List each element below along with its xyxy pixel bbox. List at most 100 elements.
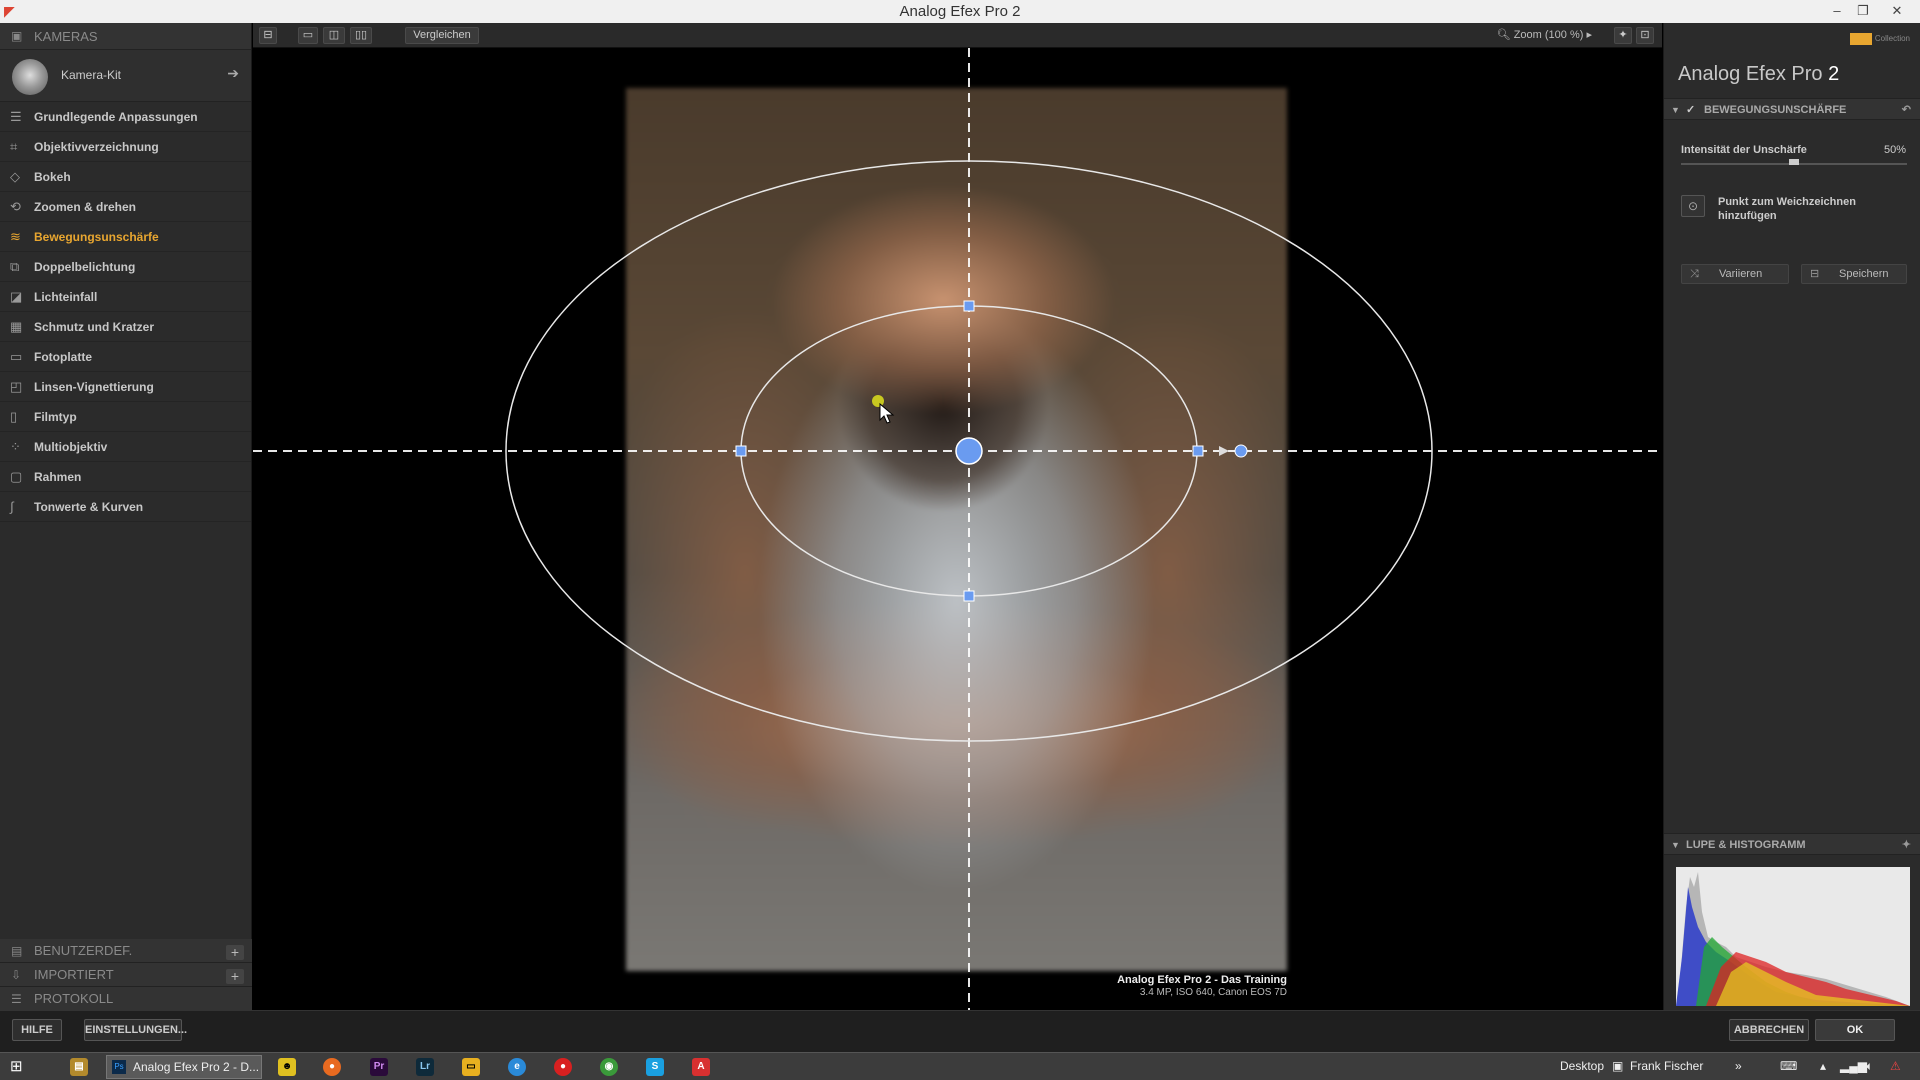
loupe-toggle-icon[interactable]: ✦ bbox=[1614, 27, 1632, 44]
filter-item-frame[interactable]: ▢ Rahmen bbox=[0, 462, 251, 492]
title-bar: ◤ Analog Efex Pro 2 – ❐ ✕ bbox=[0, 0, 1920, 23]
settings-button[interactable]: EINSTELLUNGEN... bbox=[84, 1019, 187, 1041]
maximize-button[interactable]: ❐ bbox=[1850, 0, 1876, 23]
vary-button[interactable]: ⤨ Variieren bbox=[1681, 264, 1789, 284]
close-button[interactable]: ✕ bbox=[1884, 0, 1910, 23]
frame-icon: ▢ bbox=[10, 469, 23, 484]
filter-item-photo-plate[interactable]: ▭ Fotoplatte bbox=[0, 342, 251, 372]
loupe-histogram-section-header[interactable]: ▼ LUPE & HISTOGRAMM ✦ bbox=[1664, 833, 1920, 855]
cameras-section-header[interactable]: ▣ KAMERAS bbox=[0, 23, 251, 50]
filter-item-vignette[interactable]: ◰ Linsen-Vignettierung bbox=[0, 372, 251, 402]
filter-item-rotate[interactable]: ⟲ Zoomen & drehen bbox=[0, 192, 251, 222]
notification-icon[interactable]: ⚠ bbox=[1890, 1059, 1901, 1073]
rotation-handle[interactable] bbox=[1234, 444, 1248, 458]
photoshop-icon: Ps bbox=[112, 1060, 126, 1074]
right-handle[interactable] bbox=[1192, 445, 1204, 457]
split-view-icon[interactable]: ◫ bbox=[323, 27, 345, 44]
ok-button[interactable]: OK bbox=[1815, 1019, 1895, 1041]
blur-control-overlay[interactable] bbox=[253, 48, 1662, 1010]
filter-item-label: Zoomen & drehen bbox=[34, 200, 137, 214]
filter-item-bokeh[interactable]: ◇ Bokeh bbox=[0, 162, 251, 192]
add-control-point-button[interactable]: ⊙ bbox=[1681, 195, 1705, 217]
network-icon[interactable]: ▂▄▆ bbox=[1840, 1059, 1867, 1073]
add-user-defined-button[interactable]: + bbox=[226, 945, 244, 960]
lightroom-icon[interactable]: Lr bbox=[416, 1058, 434, 1076]
help-button[interactable]: HILFE bbox=[12, 1019, 62, 1041]
protocol-label: PROTOKOLL bbox=[34, 991, 114, 1006]
desktop-toolbar[interactable]: Desktop bbox=[1560, 1059, 1604, 1073]
folder-icon[interactable]: ▭ bbox=[462, 1058, 480, 1076]
side-by-side-view-icon[interactable]: ▯▯ bbox=[350, 27, 372, 44]
tray-up-icon[interactable]: ▴ bbox=[1820, 1059, 1826, 1073]
browser-icon[interactable]: e bbox=[508, 1058, 526, 1076]
add-control-point-label: Punkt zum Weichzeichnen hinzufügen bbox=[1718, 196, 1856, 222]
sliders-icon: ☰ bbox=[10, 109, 22, 124]
toggle-panel-icon[interactable]: ⊟ bbox=[259, 27, 277, 44]
filter-item-lens-distortion[interactable]: ⌗ Objektivverzeichnung bbox=[0, 132, 251, 162]
yellow-control-point[interactable] bbox=[872, 395, 884, 407]
file-explorer-icon[interactable]: ▤ bbox=[70, 1058, 88, 1076]
premiere-icon[interactable]: Pr bbox=[370, 1058, 388, 1076]
user-icon: ▣ bbox=[1612, 1059, 1624, 1073]
filter-item-label: Tonwerte & Kurven bbox=[34, 500, 144, 514]
left-handle[interactable] bbox=[735, 445, 747, 457]
fullscreen-icon[interactable]: ⊡ bbox=[1636, 27, 1654, 44]
filter-item-curves[interactable]: ∫ Tonwerte & Kurven bbox=[0, 492, 251, 522]
filter-item-label: Multiobjektiv bbox=[34, 440, 108, 454]
zoom-control[interactable]: 🔍︎ Zoom (100 %) ▸ bbox=[1497, 27, 1592, 44]
keyboard-icon[interactable]: ⌨ bbox=[1780, 1059, 1797, 1073]
pin-icon[interactable]: ✦ bbox=[1902, 834, 1911, 856]
taskbar-active-app[interactable]: Ps Analog Efex Pro 2 - D... bbox=[106, 1055, 262, 1079]
filter-item-motion-blur[interactable]: ≋ Bewegungsunschärfe bbox=[0, 222, 251, 252]
collapse-triangle-icon[interactable]: ▼ bbox=[1671, 99, 1680, 121]
cancel-button[interactable]: ABBRECHEN bbox=[1729, 1019, 1809, 1041]
record-icon[interactable]: ● bbox=[554, 1058, 572, 1076]
bokeh-icon: ◇ bbox=[10, 169, 20, 184]
collapse-triangle-icon[interactable]: ▼ bbox=[1671, 834, 1680, 856]
minimize-button[interactable]: – bbox=[1824, 0, 1850, 23]
top-handle[interactable] bbox=[963, 300, 975, 312]
lens-distortion-icon: ⌗ bbox=[10, 139, 18, 154]
filter-item-label: Bewegungsunschärfe bbox=[34, 230, 159, 244]
protocol-section-header[interactable]: ☰ PROTOKOLL bbox=[0, 987, 252, 1011]
save-button[interactable]: ⊟ Speichern bbox=[1801, 264, 1907, 284]
volume-icon[interactable]: 🔈︎ bbox=[1866, 1059, 1873, 1074]
acrobat-icon[interactable]: A bbox=[692, 1058, 710, 1076]
firefox-icon[interactable]: ● bbox=[323, 1058, 341, 1076]
user-defined-icon: ▤ bbox=[11, 944, 23, 958]
center-control-point[interactable] bbox=[955, 437, 983, 465]
filter-item-sliders[interactable]: ☰ Grundlegende Anpassungen bbox=[0, 102, 251, 132]
user-name[interactable]: Frank Fischer bbox=[1630, 1059, 1703, 1073]
bottom-handle[interactable] bbox=[963, 590, 975, 602]
chevron-double-icon[interactable]: » bbox=[1735, 1059, 1742, 1073]
image-canvas[interactable]: Analog Efex Pro 2 - Das Training 3.4 MP,… bbox=[253, 48, 1662, 1010]
single-view-icon[interactable]: ▭ bbox=[298, 27, 318, 44]
chrome-icon[interactable]: ◉ bbox=[600, 1058, 618, 1076]
magnifier-icon: 🔍︎ bbox=[1496, 29, 1511, 41]
skype-icon[interactable]: S bbox=[646, 1058, 664, 1076]
imported-section-header[interactable]: ⇩ IMPORTIERT + bbox=[0, 963, 252, 987]
windows-start-icon[interactable]: ⊞ bbox=[10, 1058, 28, 1076]
filter-item-light-leak[interactable]: ◪ Lichteinfall bbox=[0, 282, 251, 312]
user-defined-label: BENUTZERDEF. bbox=[34, 943, 133, 958]
reset-icon[interactable]: ↶ bbox=[1902, 99, 1911, 121]
filter-item-label: Bokeh bbox=[34, 170, 71, 184]
enable-checkmark-icon[interactable]: ✓ bbox=[1686, 99, 1695, 121]
app-yellow-icon[interactable]: ☻ bbox=[278, 1058, 296, 1076]
toolbar: ⊟ ▭ ◫ ▯▯ Vergleichen 🔍︎ Zoom (100 %) ▸ ✦… bbox=[253, 23, 1662, 48]
filter-item-dirt-scratches[interactable]: ▦ Schmutz und Kratzer bbox=[0, 312, 251, 342]
filter-item-film-type[interactable]: ▯ Filmtyp bbox=[0, 402, 251, 432]
compare-button[interactable]: Vergleichen bbox=[405, 27, 479, 44]
filter-item-multi-lens[interactable]: ⁘ Multiobjektiv bbox=[0, 432, 251, 462]
add-imported-button[interactable]: + bbox=[226, 969, 244, 984]
camera-kit-item[interactable]: Kamera-Kit ➔ bbox=[0, 50, 251, 102]
arrow-right-icon[interactable]: ➔ bbox=[227, 65, 239, 82]
motion-blur-section-header[interactable]: ▼ ✓ BEWEGUNGSUNSCHÄRFE ↶ bbox=[1664, 98, 1920, 120]
camera-section-icon: ▣ bbox=[11, 29, 23, 43]
filter-item-label: Rahmen bbox=[34, 470, 82, 484]
user-defined-section-header[interactable]: ▤ BENUTZERDEF. + bbox=[0, 939, 252, 963]
intensity-slider-thumb[interactable] bbox=[1789, 159, 1799, 165]
save-label: Speichern bbox=[1839, 268, 1889, 280]
filter-item-double-exposure[interactable]: ⧉ Doppelbelichtung bbox=[0, 252, 251, 282]
imported-label: IMPORTIERT bbox=[34, 967, 114, 982]
